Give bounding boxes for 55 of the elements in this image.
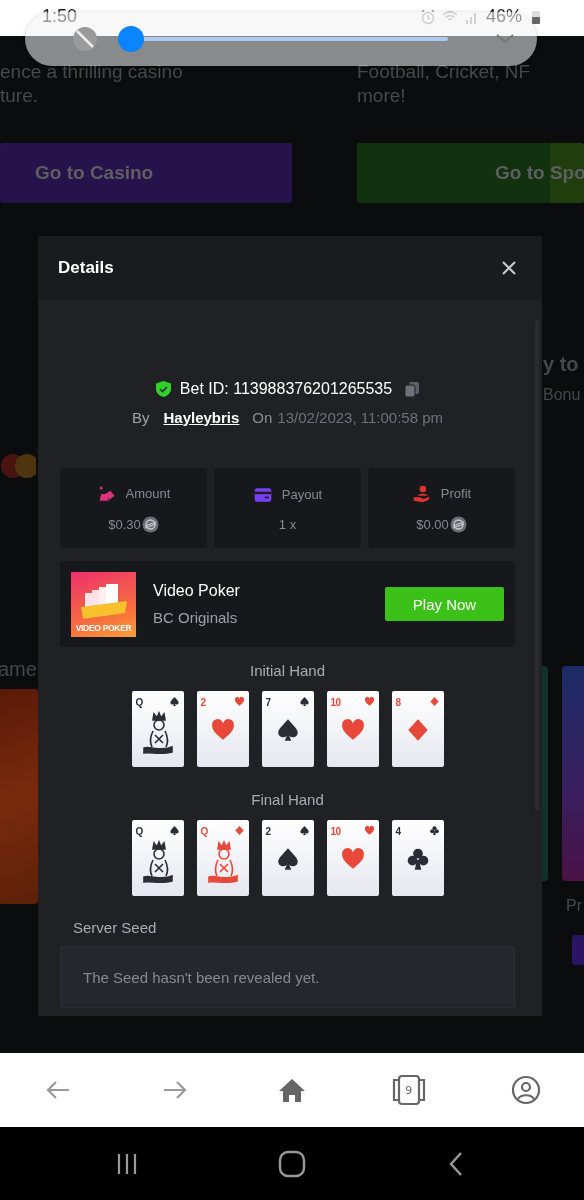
cards-drawing [78,582,129,621]
stat-value: $0.30 [108,516,141,532]
copy-icon[interactable] [404,380,421,398]
stat-value: 1 x [278,516,297,532]
card-rank: 10 [330,826,341,837]
field-label: Server Seed [72,918,158,938]
card-rank: Q [135,697,143,708]
profile-button[interactable] [510,1075,541,1105]
status-time: 1:50 [42,6,78,27]
play-now-button[interactable]: Play Now [385,587,504,621]
card-rank: 4 [395,826,401,837]
section-text: Bonu [542,386,582,404]
stat-label: Amount [125,486,171,501]
card-rank: 8 [395,697,401,708]
home-nav-button[interactable] [278,1149,306,1178]
stat-label: Profit [440,486,472,501]
stat-label: Payout [281,487,323,502]
thumbnail-label: VIDEO POKER [75,622,132,633]
card-rank: 7 [265,697,271,708]
by-label: By [131,408,150,426]
promo-text: Football, Cricket, NF [357,60,532,84]
brightness-slider[interactable] [118,26,448,52]
bet-id: Bet ID: 113988376201265535 [179,380,393,398]
shield-check-icon [154,380,172,398]
promo-text: more! [357,84,407,108]
close-button[interactable] [500,259,518,277]
card-rank: Q [135,826,143,837]
game-tile[interactable] [562,666,584,881]
casino-button[interactable]: Go to Casino [0,143,292,203]
slider-thumb[interactable] [118,26,144,52]
modal-title: Details [58,258,114,278]
hand-title: Final Hand [250,790,325,810]
tile-label: Pr [566,897,583,915]
promo-text: ture. [0,84,40,108]
section-heading: y to [542,353,580,376]
server-seed-field: The Seed hasn't been revealed yet. [60,946,515,1008]
card-rank: 10 [330,697,341,708]
card-rank: Q [200,826,208,837]
promo-text: ence a thrilling casino [0,60,184,84]
on-label: On [252,408,273,426]
game-tile[interactable] [542,666,548,881]
alarm-icon [419,8,436,25]
game-tile[interactable] [0,689,38,904]
hand-title: Initial Hand [248,661,326,681]
battery-percent: 46% [485,6,522,27]
person-hand-icon [411,483,432,504]
game-thumbnail[interactable]: VIDEO POKER [71,571,136,637]
username-link[interactable]: Hayleybris [163,408,240,426]
eye-slash-icon[interactable] [72,26,98,52]
stat-value: $0.00 [416,516,449,532]
bet-date: 13/02/2023, 11:00:58 pm [277,408,444,426]
card-rank: 2 [200,697,206,708]
card-rank: 2 [265,826,271,837]
game-name: Video Poker [153,582,240,600]
game-provider: BC Originals [153,609,239,626]
